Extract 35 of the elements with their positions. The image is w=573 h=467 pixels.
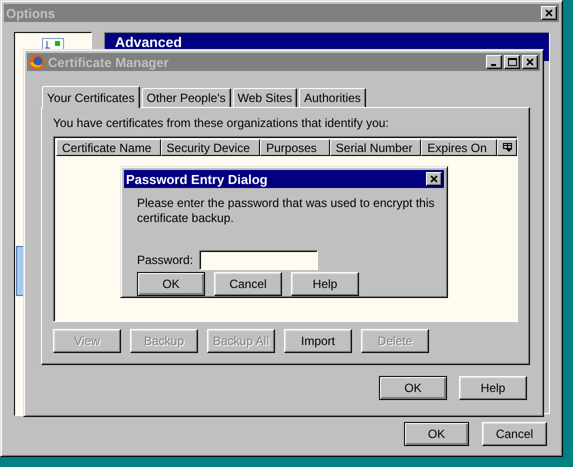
close-button[interactable] [541, 6, 557, 20]
close-icon [430, 175, 438, 183]
column-picker-button[interactable] [497, 139, 517, 156]
tab[interactable]: Authorities [299, 88, 366, 107]
intro-text: You have certificates from these organizations that identify you: [53, 116, 390, 132]
push-button[interactable]: Cancel [482, 422, 547, 446]
window-title: Password Entry Dialog [126, 172, 269, 186]
column-picker-icon [502, 143, 512, 152]
push-button[interactable]: Import [284, 329, 352, 353]
maximize-button[interactable] [504, 55, 520, 69]
push-button[interactable]: Help [459, 376, 527, 400]
tab[interactable]: Your Certificates [42, 86, 140, 108]
tab[interactable]: Web Sites [232, 88, 298, 107]
field-label: Password: [137, 253, 194, 267]
globe-icon [29, 54, 45, 70]
column-header[interactable]: Expires On [421, 139, 498, 156]
maximize-icon [508, 58, 516, 66]
push-button[interactable]: OK [379, 376, 447, 400]
column-header[interactable]: Purposes [260, 139, 330, 156]
close-icon [526, 58, 534, 66]
minimize-button[interactable] [486, 55, 502, 69]
column-header[interactable]: Security Device [160, 139, 260, 156]
close-icon [544, 9, 554, 17]
column-header[interactable]: Certificate Name [56, 139, 161, 156]
window-title: Options [6, 6, 56, 20]
push-button[interactable]: Help [291, 272, 359, 296]
tab[interactable]: Other People's [142, 88, 231, 107]
close-button[interactable] [522, 55, 538, 69]
close-button[interactable] [426, 172, 442, 186]
push-button[interactable]: Cancel [214, 272, 282, 296]
push-button[interactable]: OK [404, 422, 469, 446]
dialog-message: Please enter the password that was used to encrypt this certificate backup. [137, 196, 436, 226]
push-button[interactable]: OK [137, 272, 205, 296]
password-field[interactable] [199, 250, 318, 270]
column-header[interactable]: Serial Number [330, 139, 422, 156]
